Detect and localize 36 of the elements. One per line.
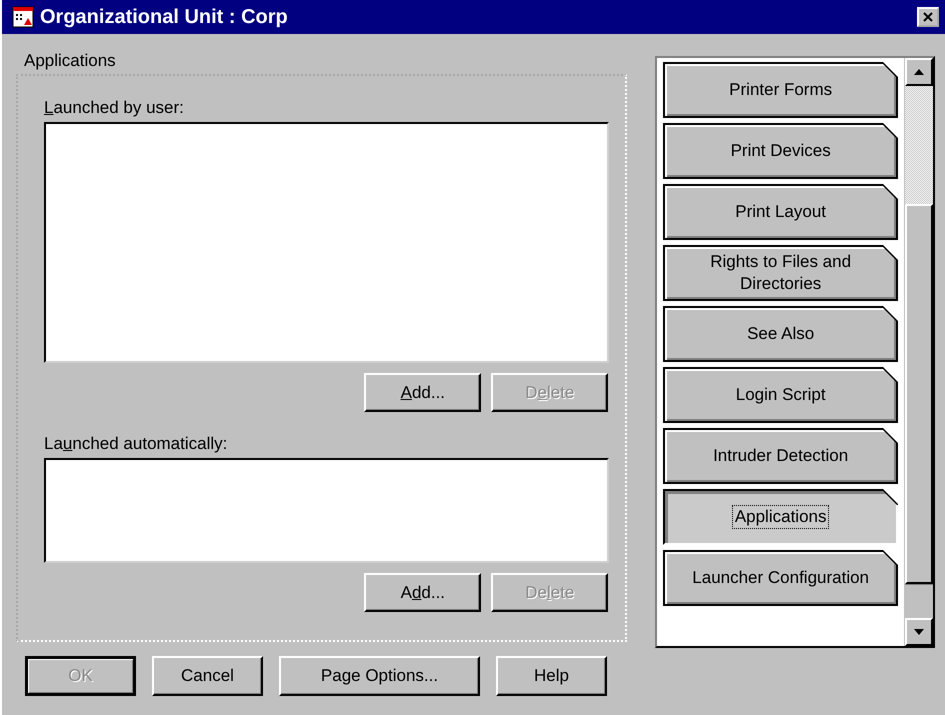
page-tab[interactable]: Printer Forms	[663, 62, 898, 118]
folded-corner-icon	[882, 123, 898, 139]
page-tab[interactable]: Launcher Configuration	[663, 550, 898, 606]
scroll-thumb[interactable]	[905, 204, 933, 584]
page-tab[interactable]: Applications	[663, 489, 898, 545]
folded-corner-icon	[882, 428, 898, 444]
page-title: Applications	[24, 52, 116, 72]
folded-corner-icon	[882, 245, 898, 261]
list-label: Launched automatically:	[44, 434, 228, 455]
page-tab[interactable]: Print Devices	[663, 123, 898, 179]
folded-corner-icon	[882, 306, 898, 322]
close-icon	[923, 12, 933, 22]
page-tab[interactable]: Login Script	[663, 367, 898, 423]
up-arrow-icon	[914, 69, 924, 75]
app-icon	[12, 6, 34, 28]
page-tab[interactable]: Intruder Detection	[663, 428, 898, 484]
page-options-button[interactable]: Page Options...	[279, 656, 480, 696]
folded-corner-icon	[882, 367, 898, 383]
list-box[interactable]	[44, 458, 610, 563]
scroll-down-button[interactable]	[905, 618, 933, 646]
folded-corner-icon	[882, 62, 898, 78]
list-label: Launched by user:	[44, 98, 184, 119]
page-tab[interactable]: See Also	[663, 306, 898, 362]
folded-corner-icon	[882, 489, 898, 505]
page-tab[interactable]: Rights to Files and Directories	[663, 245, 898, 301]
folded-corner-icon	[882, 184, 898, 200]
add-button[interactable]: Add...	[364, 573, 482, 612]
close-button[interactable]	[917, 7, 939, 27]
help-button[interactable]: Help	[496, 656, 607, 696]
page-tab[interactable]: Print Layout	[663, 184, 898, 240]
add-button[interactable]: Add...	[364, 373, 482, 412]
cancel-button[interactable]: Cancel	[152, 656, 263, 696]
down-arrow-icon	[914, 629, 924, 635]
scroll-up-button[interactable]	[905, 58, 933, 86]
window-title: Organizational Unit : Corp	[40, 6, 289, 28]
folded-corner-icon	[882, 550, 898, 566]
